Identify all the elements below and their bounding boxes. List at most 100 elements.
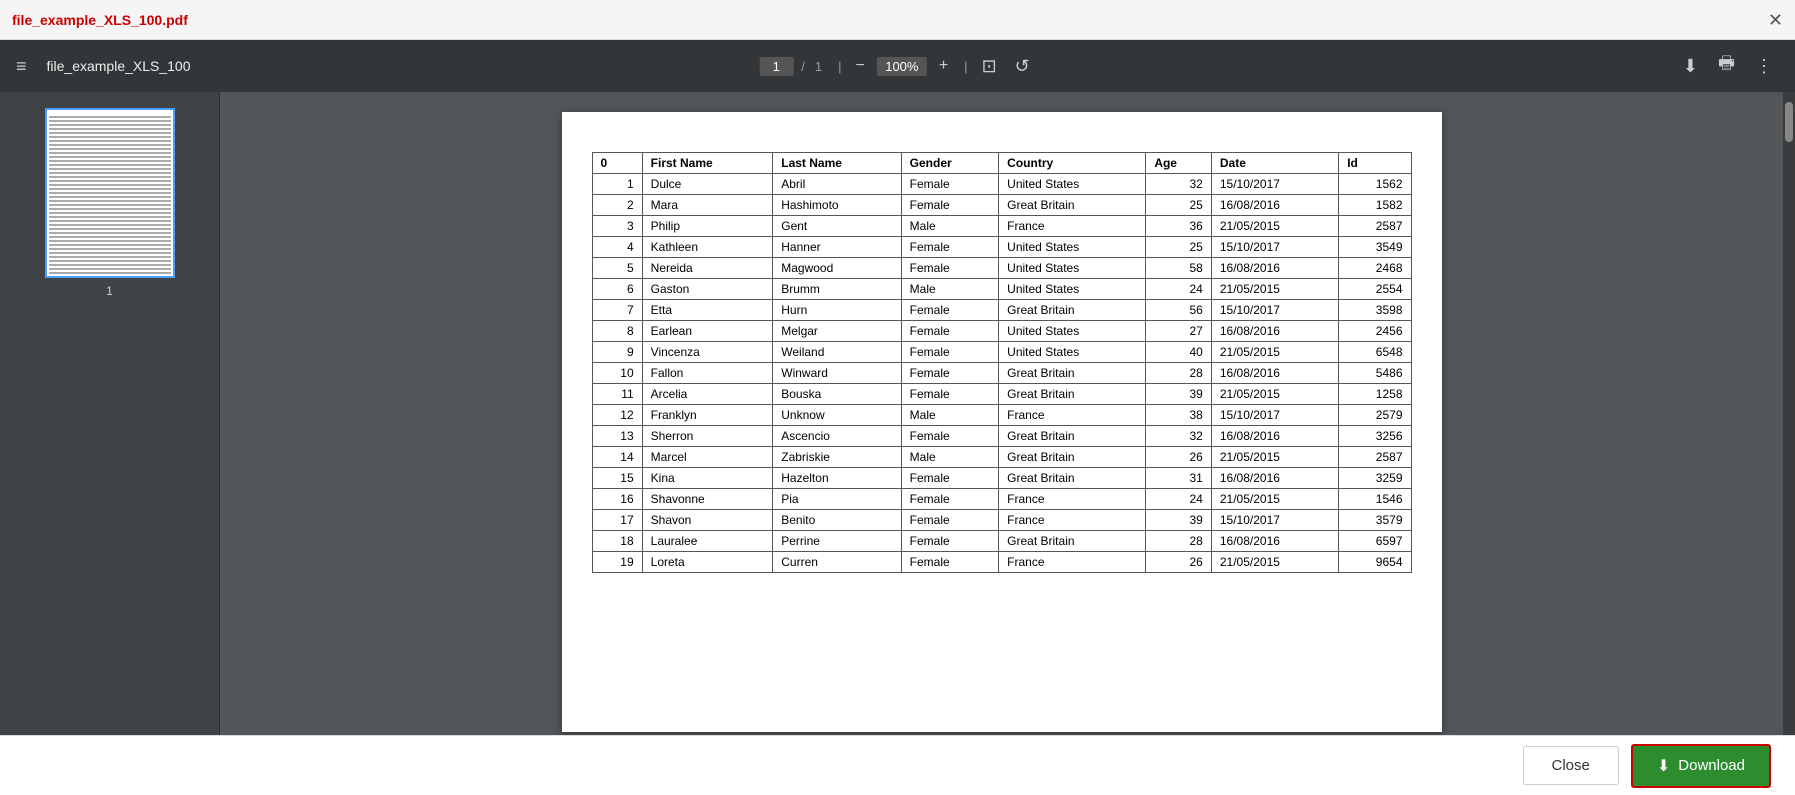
table-cell: Female: [901, 258, 999, 279]
table-cell: Marcel: [642, 447, 773, 468]
scrollbar-rail[interactable]: [1783, 92, 1795, 735]
zoom-input[interactable]: [877, 57, 927, 76]
table-cell: Female: [901, 300, 999, 321]
table-cell: Franklyn: [642, 405, 773, 426]
table-cell: Bouska: [773, 384, 901, 405]
table-cell: 3579: [1339, 510, 1411, 531]
zoom-out-button[interactable]: −: [849, 53, 870, 79]
table-cell: 28: [1146, 531, 1212, 552]
table-cell: 19: [592, 552, 642, 573]
table-cell: Dulce: [642, 174, 773, 195]
toolbar-more-button[interactable]: ⋮: [1749, 52, 1779, 81]
table-cell: 3259: [1339, 468, 1411, 489]
table-row: 13SherronAscencioFemaleGreat Britain3216…: [592, 426, 1411, 447]
table-cell: 21/05/2015: [1211, 489, 1338, 510]
table-header-cell: 0: [592, 153, 642, 174]
download-button[interactable]: ⬇ Download: [1631, 744, 1771, 788]
toolbar-print-button[interactable]: 🖶: [1712, 47, 1741, 85]
zoom-in-button[interactable]: +: [933, 53, 954, 79]
table-cell: 9654: [1339, 552, 1411, 573]
close-window-button[interactable]: ✕: [1768, 11, 1783, 29]
table-cell: 16/08/2016: [1211, 258, 1338, 279]
table-cell: Sherron: [642, 426, 773, 447]
thumbnail-image: [45, 108, 175, 278]
table-cell: Etta: [642, 300, 773, 321]
table-header-cell: Id: [1339, 153, 1411, 174]
table-cell: 16/08/2016: [1211, 321, 1338, 342]
table-cell: 15/10/2017: [1211, 510, 1338, 531]
table-cell: Male: [901, 447, 999, 468]
table-cell: 1546: [1339, 489, 1411, 510]
table-cell: Great Britain: [999, 426, 1146, 447]
table-cell: 11: [592, 384, 642, 405]
table-cell: 12: [592, 405, 642, 426]
table-cell: 13: [592, 426, 642, 447]
table-cell: Female: [901, 552, 999, 573]
table-cell: Great Britain: [999, 531, 1146, 552]
table-cell: United States: [999, 279, 1146, 300]
pdf-viewer[interactable]: 0First NameLast NameGenderCountryAgeDate…: [220, 92, 1783, 735]
table-cell: 6548: [1339, 342, 1411, 363]
table-cell: Magwood: [773, 258, 901, 279]
table-cell: 27: [1146, 321, 1212, 342]
table-cell: 15/10/2017: [1211, 300, 1338, 321]
table-cell: 31: [1146, 468, 1212, 489]
table-row: 17ShavonBenitoFemaleFrance3915/10/201735…: [592, 510, 1411, 531]
table-cell: Great Britain: [999, 468, 1146, 489]
table-cell: Fallon: [642, 363, 773, 384]
hamburger-icon[interactable]: ≡: [16, 56, 27, 77]
table-row: 4KathleenHannerFemaleUnited States2515/1…: [592, 237, 1411, 258]
rotate-icon: ↺: [1015, 56, 1030, 76]
table-cell: Nereida: [642, 258, 773, 279]
table-cell: 16/08/2016: [1211, 531, 1338, 552]
table-row: 15KinaHazeltonFemaleGreat Britain3116/08…: [592, 468, 1411, 489]
total-pages: 1: [815, 59, 822, 74]
table-cell: 21/05/2015: [1211, 279, 1338, 300]
table-cell: France: [999, 510, 1146, 531]
table-cell: Lauralee: [642, 531, 773, 552]
table-header-cell: Date: [1211, 153, 1338, 174]
toolbar-download-button[interactable]: ⬇: [1677, 52, 1704, 81]
table-cell: Female: [901, 237, 999, 258]
table-header-cell: Gender: [901, 153, 999, 174]
table-cell: 21/05/2015: [1211, 552, 1338, 573]
table-cell: 15/10/2017: [1211, 237, 1338, 258]
table-cell: Female: [901, 468, 999, 489]
table-cell: 15: [592, 468, 642, 489]
table-cell: Benito: [773, 510, 901, 531]
table-cell: 25: [1146, 237, 1212, 258]
table-cell: Hashimoto: [773, 195, 901, 216]
page-input[interactable]: [759, 57, 793, 76]
table-cell: Vincenza: [642, 342, 773, 363]
scrollbar-thumb[interactable]: [1785, 102, 1793, 142]
close-button[interactable]: Close: [1523, 746, 1619, 785]
table-cell: 17: [592, 510, 642, 531]
toolbar-print-icon: 🖶: [1718, 53, 1735, 73]
table-cell: Male: [901, 405, 999, 426]
table-cell: Male: [901, 279, 999, 300]
table-cell: 16/08/2016: [1211, 468, 1338, 489]
zoom-separator2: |: [964, 59, 967, 74]
page-thumbnail[interactable]: 1: [45, 108, 175, 298]
pdf-page: 0First NameLast NameGenderCountryAgeDate…: [562, 112, 1442, 732]
table-cell: Female: [901, 342, 999, 363]
table-row: 6GastonBrummMaleUnited States2421/05/201…: [592, 279, 1411, 300]
table-cell: Kina: [642, 468, 773, 489]
table-cell: 2587: [1339, 447, 1411, 468]
table-cell: Unknow: [773, 405, 901, 426]
fit-page-button[interactable]: ⊡: [976, 52, 1003, 81]
thumbnail-page-number: 1: [45, 284, 175, 298]
table-cell: Female: [901, 384, 999, 405]
rotate-button[interactable]: ↺: [1009, 52, 1036, 81]
table-cell: 39: [1146, 510, 1212, 531]
table-cell: Loreta: [642, 552, 773, 573]
table-cell: 56: [1146, 300, 1212, 321]
table-cell: 26: [1146, 447, 1212, 468]
table-cell: 6: [592, 279, 642, 300]
table-cell: 4: [592, 237, 642, 258]
table-cell: 15/10/2017: [1211, 405, 1338, 426]
table-row: 1DulceAbrilFemaleUnited States3215/10/20…: [592, 174, 1411, 195]
download-label: Download: [1678, 757, 1745, 774]
table-cell: 25: [1146, 195, 1212, 216]
fit-page-icon: ⊡: [982, 56, 997, 76]
